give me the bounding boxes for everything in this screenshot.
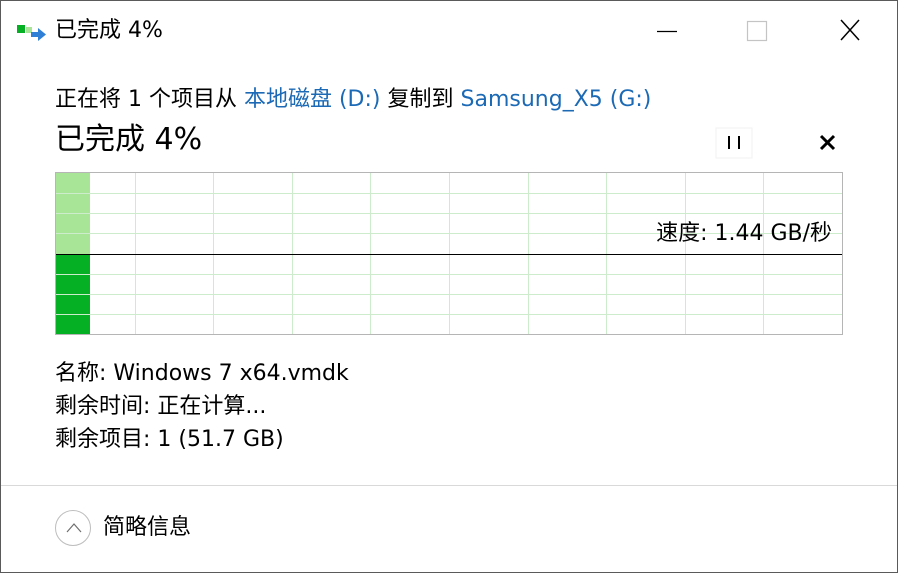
- pause-button[interactable]: [715, 127, 753, 159]
- maximize-button[interactable]: [712, 1, 802, 61]
- transfer-speed-graph: 速度: 1.44 GB/秒: [55, 172, 843, 335]
- details-panel: 名称: Windows 7 x64.vmdk 剩余时间: 正在计算... 剩余项…: [55, 357, 349, 456]
- minimize-icon: [657, 30, 677, 33]
- footer-divider: [1, 485, 897, 486]
- source-link[interactable]: 本地磁盘 (D:): [244, 87, 381, 112]
- cancel-icon: [819, 134, 836, 151]
- close-icon: [840, 19, 860, 41]
- destination-link[interactable]: Samsung_X5 (G:): [461, 87, 652, 112]
- chevron-up-icon[interactable]: [55, 510, 91, 546]
- title-bar[interactable]: 已完成 4%: [1, 1, 897, 61]
- speed-graph-canvas: [56, 173, 842, 334]
- time-remaining: 剩余时间: 正在计算...: [55, 394, 267, 419]
- maximize-icon: [746, 20, 768, 42]
- speed-label: 速度: 1.44 GB/秒: [656, 221, 832, 246]
- copy-prefix: 正在将 1 个项目从: [55, 87, 244, 112]
- copy-progress-dialog: 已完成 4% 正在将 1 个项目从 本地磁盘 (D:) 复制到 Samsung_…: [0, 0, 898, 573]
- progress-title: 已完成 4%: [55, 122, 203, 157]
- close-button[interactable]: [805, 1, 895, 61]
- pause-icon: [715, 127, 753, 159]
- copy-transfer-icon: [17, 23, 49, 47]
- items-remaining: 剩余项目: 1 (51.7 GB): [55, 427, 284, 452]
- file-name: 名称: Windows 7 x64.vmdk: [55, 361, 349, 386]
- window-title: 已完成 4%: [55, 18, 163, 43]
- cancel-copy-button[interactable]: [809, 127, 847, 159]
- less-details-label: 简略信息: [103, 515, 192, 540]
- copy-description: 正在将 1 个项目从 本地磁盘 (D:) 复制到 Samsung_X5 (G:): [55, 85, 651, 115]
- copy-middle: 复制到: [380, 87, 461, 112]
- minimize-button[interactable]: [627, 1, 717, 61]
